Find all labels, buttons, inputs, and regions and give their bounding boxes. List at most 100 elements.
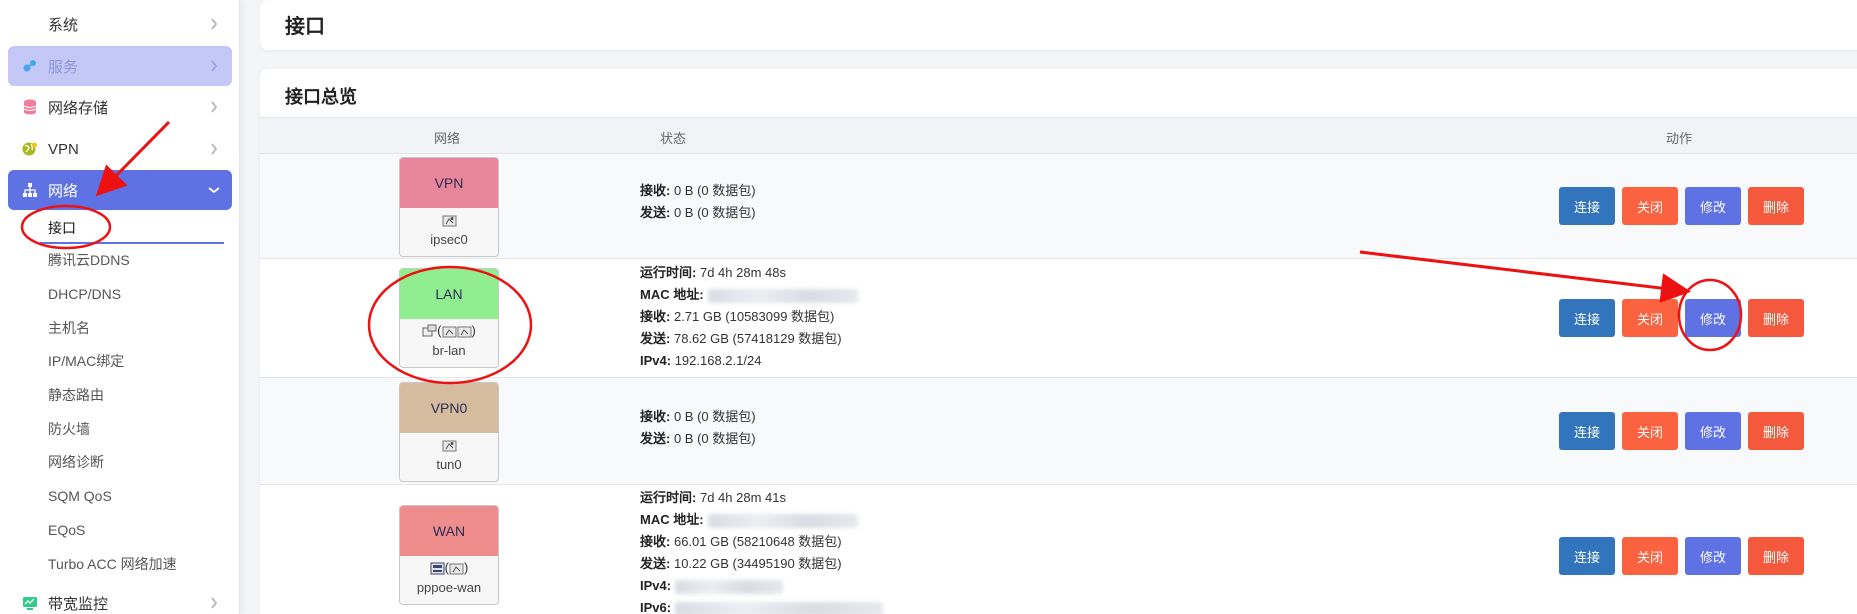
edit-button[interactable]: 修改: [1685, 187, 1741, 225]
interface-name: VPN0: [400, 383, 498, 433]
active-underline: [40, 242, 224, 244]
table-header: 网络 状态 动作: [260, 117, 1857, 154]
interface-icons: (): [400, 323, 498, 343]
chevron-right-icon: [204, 593, 224, 613]
sidebar: 系统 服务 网络存储 VPN 网络 接口 腾讯云DDNS DHCP/DNS 主机…: [0, 0, 240, 614]
tx-label: 发送:: [640, 205, 671, 220]
stop-button[interactable]: 关闭: [1622, 412, 1678, 450]
connect-button[interactable]: 连接: [1559, 412, 1615, 450]
ethernet-icon: [449, 563, 464, 575]
ethernet-icon: [457, 326, 471, 338]
delete-button[interactable]: 删除: [1748, 299, 1804, 337]
tunnel-icon: [442, 440, 456, 452]
chevron-down-icon: [204, 180, 224, 200]
ipv4-label: IPv4:: [640, 353, 672, 368]
tx-label: 发送:: [640, 331, 671, 346]
uptime-value: 7d 4h 28m 41s: [699, 490, 786, 505]
database-icon: [20, 97, 40, 117]
interface-device: br-lan: [432, 343, 466, 358]
submenu-item-ip-mac-binding[interactable]: IP/MAC绑定: [48, 349, 124, 373]
mac-label: MAC 地址:: [640, 287, 704, 302]
sidebar-item-bandwidth-monitor[interactable]: 带宽监控: [8, 583, 232, 614]
services-icon: [20, 56, 40, 76]
submenu-item-diagnostics[interactable]: 网络诊断: [48, 450, 104, 474]
sidebar-item-vpn[interactable]: VPN: [8, 129, 232, 169]
stop-button[interactable]: 关闭: [1622, 537, 1678, 575]
rx-value: 2.71 GB (10583099 数据包): [673, 309, 835, 324]
delete-button[interactable]: 删除: [1748, 412, 1804, 450]
submenu-item-sqm-qos[interactable]: SQM QoS: [48, 484, 112, 508]
column-header-network: 网络: [434, 131, 461, 146]
interface-badge-wan[interactable]: WAN () pppoe-wan: [399, 505, 499, 605]
stop-button[interactable]: 关闭: [1622, 299, 1678, 337]
rx-label: 接收:: [640, 409, 671, 424]
submenu-item-firewall[interactable]: 防火墙: [48, 417, 90, 441]
table-row: VPN0 tun0 接收: 0 B (0 数据包) 发送: 0 B (0 数据包…: [260, 378, 1857, 485]
ipv6-value-blurred: [675, 601, 884, 614]
sidebar-item-label: 系统: [48, 16, 79, 34]
submenu-item-interfaces[interactable]: 接口: [48, 216, 76, 240]
edit-button[interactable]: 修改: [1685, 412, 1741, 450]
chevron-right-icon: [204, 56, 224, 76]
delete-button[interactable]: 删除: [1748, 187, 1804, 225]
submenu-item-tencent-ddns[interactable]: 腾讯云DDNS: [48, 248, 130, 272]
sidebar-item-label: 带宽监控: [48, 595, 109, 613]
chevron-right-icon: [204, 139, 224, 159]
vpn-globe-icon: [20, 139, 40, 159]
rx-value: 0 B (0 数据包): [673, 409, 756, 424]
submenu-item-turbo-acc[interactable]: Turbo ACC 网络加速: [48, 552, 177, 576]
interface-status: 接收: 0 B (0 数据包) 发送: 0 B (0 数据包): [640, 180, 756, 224]
stop-button[interactable]: 关闭: [1622, 187, 1678, 225]
rx-value: 0 B (0 数据包): [673, 183, 756, 198]
uptime-value: 7d 4h 28m 48s: [699, 265, 786, 280]
mac-value-blurred: [707, 513, 858, 528]
interface-name: LAN: [400, 269, 498, 319]
header-card: 接口: [260, 0, 1857, 50]
interface-badge-vpn0[interactable]: VPN0 tun0: [399, 382, 499, 482]
sidebar-item-system[interactable]: 系统: [8, 4, 232, 44]
rx-label: 接收:: [640, 183, 671, 198]
delete-button[interactable]: 删除: [1748, 537, 1804, 575]
connect-button[interactable]: 连接: [1559, 187, 1615, 225]
submenu-item-static-routes[interactable]: 静态路由: [48, 383, 104, 407]
submenu-item-hostnames[interactable]: 主机名: [48, 316, 90, 340]
interface-device: tun0: [436, 457, 462, 472]
interface-badge-vpn[interactable]: VPN ipsec0: [399, 157, 499, 257]
mac-value-blurred: [707, 288, 858, 303]
uptime-label: 运行时间:: [640, 265, 697, 280]
sidebar-item-services[interactable]: 服务: [8, 46, 232, 86]
sidebar-item-network[interactable]: 网络: [8, 170, 232, 210]
edit-button[interactable]: 修改: [1685, 537, 1741, 575]
interface-badge-lan[interactable]: LAN () br-lan: [399, 268, 499, 368]
sidebar-item-network-storage[interactable]: 网络存储: [8, 87, 232, 127]
monitor-icon: [20, 593, 40, 613]
table-row: VPN ipsec0 接收: 0 B (0 数据包) 发送: 0 B (0 数据…: [260, 154, 1857, 259]
submenu-item-eqos[interactable]: EQoS: [48, 518, 85, 542]
connect-button[interactable]: 连接: [1559, 537, 1615, 575]
uptime-label: 运行时间:: [640, 490, 697, 505]
ipv6-label: IPv6:: [640, 600, 672, 614]
column-header-status: 状态: [660, 131, 687, 146]
interface-icons: [400, 437, 498, 457]
sidebar-item-label: VPN: [48, 140, 79, 158]
ipv4-value-blurred: [675, 579, 784, 594]
edit-button[interactable]: 修改: [1685, 299, 1741, 337]
ipv4-label: IPv4:: [640, 578, 672, 593]
tx-value: 0 B (0 数据包): [673, 205, 756, 220]
interface-status: 运行时间: 7d 4h 28m 41s MAC 地址: 接收: 66.01 GB…: [640, 487, 884, 614]
bridge-icon: [422, 324, 437, 337]
submenu-item-dhcp-dns[interactable]: DHCP/DNS: [48, 282, 121, 306]
connect-button[interactable]: 连接: [1559, 299, 1615, 337]
pppoe-icon: [430, 562, 445, 575]
interface-device: pppoe-wan: [416, 580, 482, 595]
interface-status: 运行时间: 7d 4h 28m 48s MAC 地址: 接收: 2.71 GB …: [640, 262, 858, 372]
tx-value: 10.22 GB (34495190 数据包): [673, 556, 842, 571]
mac-label: MAC 地址:: [640, 512, 704, 527]
tx-label: 发送:: [640, 431, 671, 446]
rx-label: 接收:: [640, 534, 671, 549]
interface-icons: (): [400, 560, 498, 580]
interface-device: ipsec0: [430, 232, 468, 247]
interface-name: WAN: [400, 506, 498, 556]
rx-value: 66.01 GB (58210648 数据包): [673, 534, 842, 549]
gear-icon: [20, 14, 40, 34]
